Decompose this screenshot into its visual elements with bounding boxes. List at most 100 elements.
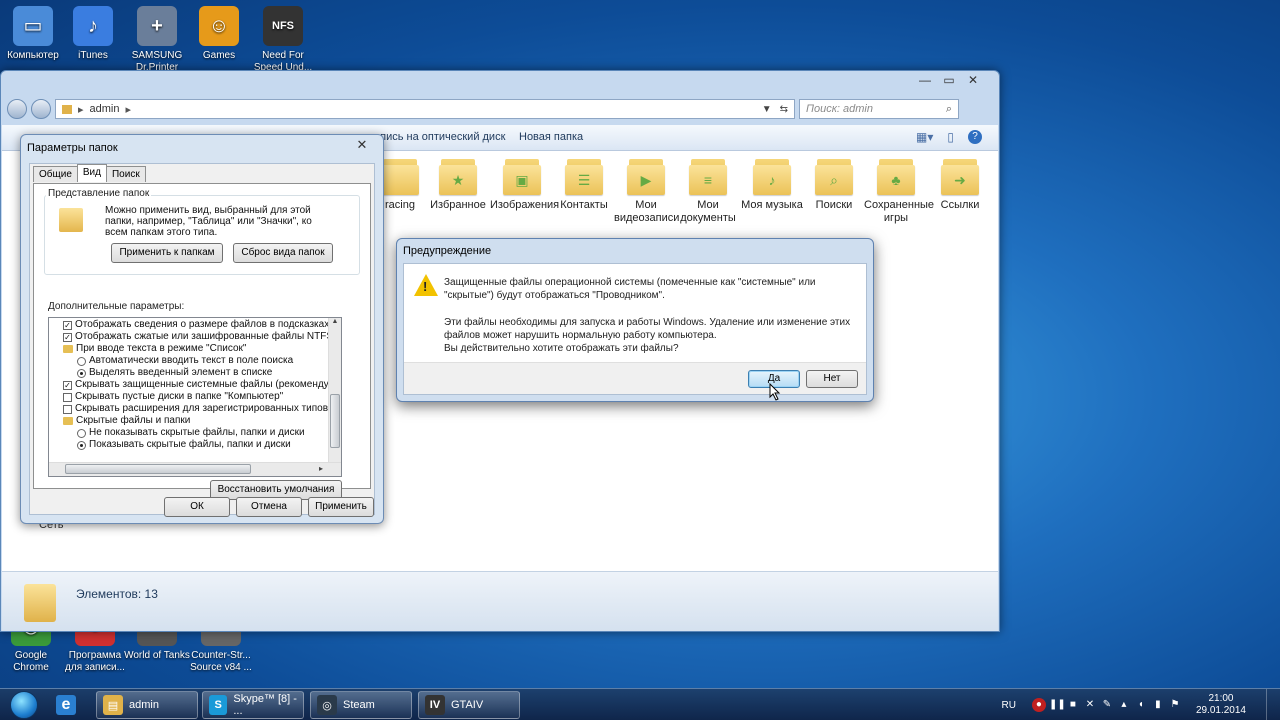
pause-icon[interactable]: ❚❚ [1049,698,1066,712]
advanced-settings-list[interactable]: ✓ Отображать сведения о размере файлов в … [48,317,342,477]
folder-item[interactable]: ▶ Мои видеозаписи [614,155,679,225]
radio-button[interactable] [77,368,86,378]
ie-pinned[interactable]: e [50,691,92,719]
mic-icon[interactable]: ✎ [1100,698,1114,712]
chevron-right-icon[interactable]: ▸ [126,103,132,116]
checkbox[interactable] [63,392,72,402]
desktop-icon-label: Программа для записи... [65,650,125,673]
folder-label: Контакты [560,199,608,211]
scroll-thumb[interactable] [330,394,340,448]
scroll-right-icon[interactable]: ▸ [319,464,323,473]
breadcrumb-admin[interactable]: admin [90,103,120,115]
no-button[interactable]: Нет [806,370,858,388]
folder-item[interactable]: ⌕ Поиски [802,155,866,212]
minimize-icon[interactable]: — [913,71,937,89]
stop-icon[interactable]: ■ [1066,698,1080,712]
radio-button[interactable] [77,440,86,450]
taskbar-item[interactable]: ◎ Steam [310,691,412,719]
folder-icon [63,417,73,425]
cancel-button[interactable]: Отмена [236,497,302,517]
search-input[interactable]: Поиск: admin ⌕ [799,99,959,119]
ok-button[interactable]: ОК [164,497,230,517]
advanced-setting-item[interactable]: Скрытые файлы и папки [63,415,190,427]
flag-icon[interactable]: ⚑ [1168,698,1182,712]
desktop-icon-label: iTunes [78,50,108,61]
maximize-icon[interactable]: ▭ [937,71,961,89]
advanced-setting-item[interactable]: Скрывать пустые диски в папке "Компьютер… [63,391,283,403]
advanced-setting-item[interactable]: Скрывать расширения для зарегистрированн… [63,403,339,415]
checkbox[interactable] [63,404,72,414]
folder-item[interactable]: ★ Избранное [426,155,490,212]
apply-to-folders-button[interactable]: Применить к папкам [111,243,223,263]
preview-pane-icon[interactable]: ▯ [947,130,954,144]
folder-item[interactable]: ➜ Ссылки [928,155,992,212]
close-icon[interactable]: ✕ [349,137,375,153]
taskbar-item[interactable]: S Skype™ [8] - ... [202,691,304,719]
advanced-setting-item[interactable]: Автоматически вводить текст в поле поиск… [77,355,293,367]
show-desktop-button[interactable] [1266,689,1280,720]
window-controls: — ▭ ✕ [913,71,985,89]
back-button[interactable] [7,99,27,119]
burn-disc-button[interactable]: апись на оптический диск [374,131,505,143]
start-button[interactable] [4,689,44,720]
vertical-scrollbar[interactable]: ▲ [328,318,341,462]
checkbox[interactable]: ✓ [63,320,72,330]
scroll-up-icon[interactable]: ▲ [329,318,341,325]
apply-button[interactable]: Применить [308,497,374,517]
chevron-up-icon[interactable]: ▴ [1117,698,1131,712]
help-icon[interactable]: ? [968,130,982,144]
folder-label: Моя музыка [741,199,803,211]
close-icon[interactable]: ✕ [961,71,985,89]
desktop-icon[interactable]: ♪ iTunes [58,6,128,62]
taskbar-app-icon: ▤ [103,695,123,715]
tab-search[interactable]: Поиск [105,166,146,182]
reset-folders-button[interactable]: Сброс вида папок [233,243,333,263]
folder-item[interactable]: ☰ Контакты [552,155,616,212]
folder-label: Поиски [815,199,853,211]
chevron-right-icon: ▸ [78,103,84,116]
advanced-setting-item[interactable]: Показывать скрытые файлы, папки и диски [77,439,291,451]
folder-label: Изображения [490,199,560,211]
network-icon[interactable]: ▮ [1151,698,1165,712]
close-icon[interactable]: ✕ [1083,698,1097,712]
folder-item[interactable]: ≡ Мои документы [676,155,740,225]
tab-general[interactable]: Общие [33,166,78,182]
forward-button[interactable] [31,99,51,119]
advanced-setting-item[interactable]: Не показывать скрытые файлы, папки и дис… [77,427,305,439]
radio-button[interactable] [77,356,86,366]
folder-item[interactable]: ♪ Моя музыка [740,155,804,212]
taskbar-item[interactable]: IV GTAIV [418,691,520,719]
chevron-down-icon[interactable]: ▼ [762,104,772,115]
folder-item[interactable]: ▣ Изображения [490,155,559,212]
hscroll-thumb[interactable] [65,464,251,474]
view-options-icon[interactable]: ▦▾ [916,130,933,144]
language-indicator[interactable]: RU [1001,700,1015,711]
desktop-app-icon: ▭ [13,6,53,46]
folder-item[interactable]: ♣ Сохраненные игры [864,155,934,225]
desktop-icon[interactable]: ☺ Games [184,6,254,62]
setting-label: Автоматически вводить текст в поле поиск… [89,355,294,366]
refresh-icon[interactable]: ⇆ [780,104,788,115]
volume-icon[interactable]: ◖ [1134,698,1148,712]
address-bar[interactable]: ▸ admin ▸ ▼ ⇆ [55,99,795,119]
explorer-titlebar[interactable]: — ▭ ✕ [1,71,999,91]
checkbox[interactable]: ✓ [63,380,72,390]
taskbar-item[interactable]: ▤ admin [96,691,198,719]
advanced-setting-item[interactable]: При вводе текста в режиме "Список" [63,343,246,355]
horizontal-scrollbar[interactable]: ▸ [49,462,341,476]
radio-button[interactable] [77,428,86,438]
advanced-setting-item[interactable]: ✓ Отображать сведения о размере файлов в … [63,319,337,331]
record-icon[interactable]: ● [1031,698,1046,712]
new-folder-button[interactable]: Новая папка [519,131,583,143]
folder-icon: ➜ [941,155,979,195]
checkbox[interactable]: ✓ [63,332,72,342]
advanced-setting-item[interactable]: ✓ Скрывать защищенные системные файлы (ре… [63,379,341,391]
setting-label: Скрывать пустые диски в папке "Компьютер… [75,391,284,402]
desktop-icon[interactable]: NFS Need For Speed Und... [248,6,318,74]
advanced-setting-item[interactable]: Выделять введенный элемент в списке [77,367,272,379]
taskbar-item-label: GTAIV [451,699,484,711]
advanced-setting-item[interactable]: ✓ Отображать сжатые или зашифрованные фай… [63,331,341,343]
tab-view[interactable]: Вид [76,164,107,182]
clock[interactable]: 21:00 29.01.2014 [1196,693,1246,717]
desktop-icon[interactable]: + SAMSUNG Dr.Printer [122,6,192,74]
